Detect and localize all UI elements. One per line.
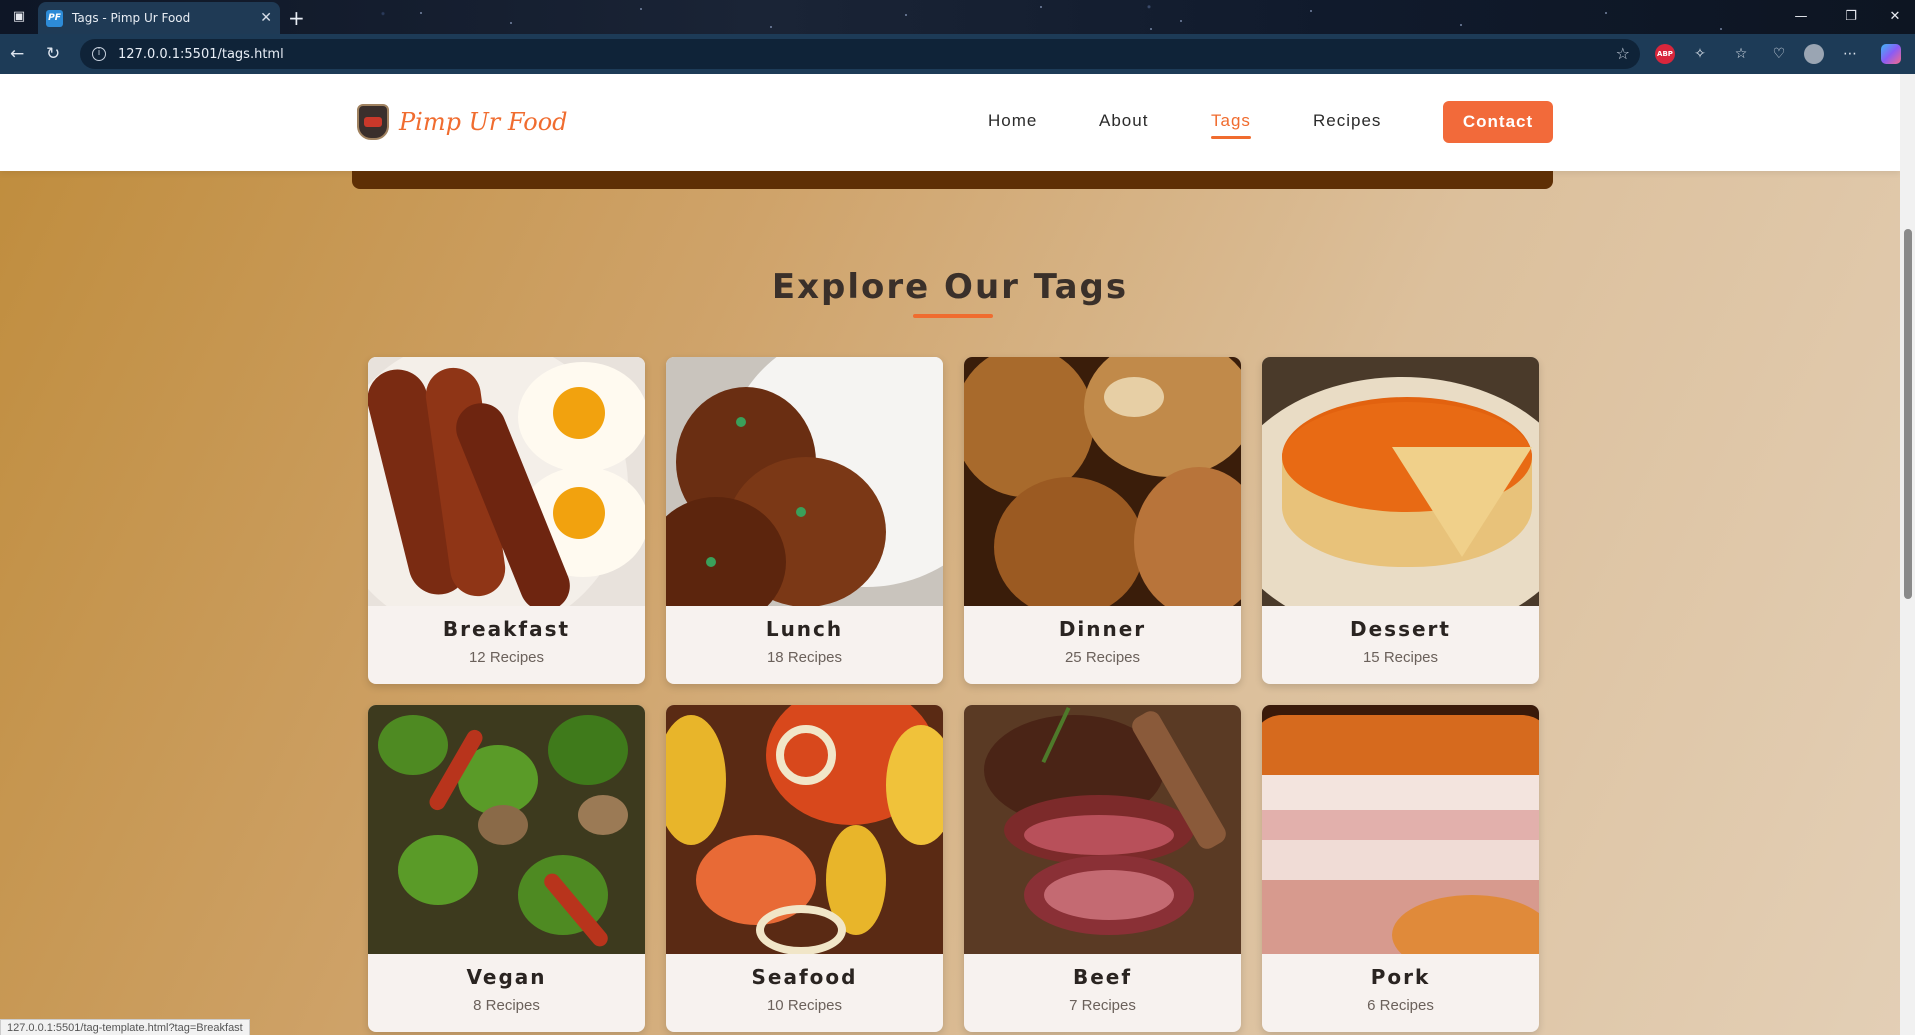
tag-count: 6 Recipes xyxy=(1367,997,1434,1014)
site-favicon-icon: PF xyxy=(46,9,63,27)
seafood-image xyxy=(666,705,943,954)
tag-name: Lunch xyxy=(765,617,844,641)
logo-text: Pimp Ur Food xyxy=(399,108,568,136)
minimize-icon[interactable]: — xyxy=(1792,8,1810,26)
tag-count: 8 Recipes xyxy=(473,997,540,1014)
section-title: Explore Our Tags xyxy=(771,267,1129,307)
tag-card-dinner[interactable]: Dinner 25 Recipes xyxy=(964,357,1241,684)
refresh-icon[interactable]: ↻ xyxy=(46,44,60,64)
page-viewport: Pimp Ur Food Home About Tags Recipes Con… xyxy=(0,74,1915,1035)
tag-name: Dessert xyxy=(1350,617,1451,641)
tag-name: Beef xyxy=(1072,965,1133,989)
scrollbar-thumb[interactable] xyxy=(1904,229,1912,599)
browser-tab-bar: ▣ PF Tags - Pimp Ur Food ✕ + — ❐ ✕ xyxy=(0,0,1915,34)
url-field[interactable]: i 127.0.0.1:5501/tags.html ☆ xyxy=(80,39,1640,69)
tag-name: Vegan xyxy=(466,965,547,989)
browser-address-bar: ← ↻ i 127.0.0.1:5501/tags.html ☆ ABP ✧ ☆… xyxy=(0,34,1915,74)
profile-avatar-icon[interactable] xyxy=(1804,44,1824,64)
vegan-image xyxy=(368,705,645,954)
tag-card-pork[interactable]: Pork 6 Recipes xyxy=(1262,705,1539,1032)
tag-card-dessert[interactable]: Dessert 15 Recipes xyxy=(1262,357,1539,684)
browser-tab-active[interactable]: PF Tags - Pimp Ur Food ✕ xyxy=(38,2,280,34)
url-text: 127.0.0.1:5501/tags.html xyxy=(118,46,284,62)
nav-recipes[interactable]: Recipes xyxy=(1313,111,1381,131)
tag-count: 18 Recipes xyxy=(766,649,843,666)
tag-card-seafood[interactable]: Seafood 10 Recipes xyxy=(666,705,943,1032)
site-header: Pimp Ur Food Home About Tags Recipes Con… xyxy=(0,74,1900,171)
tag-count: 10 Recipes xyxy=(766,997,843,1014)
breakfast-image xyxy=(368,357,645,606)
lunch-image xyxy=(666,357,943,606)
back-arrow-icon[interactable]: ← xyxy=(10,44,24,64)
favorite-star-icon[interactable]: ☆ xyxy=(1616,44,1630,63)
tag-count: 12 Recipes xyxy=(468,649,545,666)
tag-card-vegan[interactable]: Vegan 8 Recipes xyxy=(368,705,645,1032)
extensions-puzzle-icon[interactable]: ✧ xyxy=(1690,44,1710,64)
browser-essentials-icon[interactable]: ♡ xyxy=(1769,44,1789,64)
tag-name: Dinner xyxy=(1058,617,1147,641)
tag-count: 25 Recipes xyxy=(1064,649,1141,666)
contact-button[interactable]: Contact xyxy=(1443,101,1553,143)
tag-count: 15 Recipes xyxy=(1362,649,1439,666)
link-status-tooltip: 127.0.0.1:5501/tag-template.html?tag=Bre… xyxy=(0,1019,250,1035)
new-tab-icon[interactable]: + xyxy=(288,6,305,30)
favorites-list-icon[interactable]: ☆ xyxy=(1731,44,1751,64)
pork-image xyxy=(1262,705,1539,954)
tag-card-breakfast[interactable]: Breakfast 12 Recipes xyxy=(368,357,645,684)
adblock-extension-icon[interactable]: ABP xyxy=(1655,44,1675,64)
dessert-image xyxy=(1262,357,1539,606)
section-title-underline xyxy=(913,314,993,318)
tab-actions-icon[interactable]: ▣ xyxy=(10,8,28,26)
tag-card-lunch[interactable]: Lunch 18 Recipes xyxy=(666,357,943,684)
site-logo[interactable]: Pimp Ur Food xyxy=(357,104,568,140)
tag-name: Breakfast xyxy=(442,617,571,641)
nav-tags[interactable]: Tags xyxy=(1211,111,1251,139)
close-window-icon[interactable]: ✕ xyxy=(1886,8,1904,26)
hero-banner-bottom xyxy=(352,171,1553,189)
tab-title: Tags - Pimp Ur Food xyxy=(72,11,191,25)
tag-name: Pork xyxy=(1370,965,1431,989)
page-scrollbar[interactable] xyxy=(1900,74,1915,1035)
nav-about[interactable]: About xyxy=(1099,111,1148,131)
more-menu-icon[interactable]: ⋯ xyxy=(1840,44,1860,64)
beef-image xyxy=(964,705,1241,954)
tag-count: 7 Recipes xyxy=(1069,997,1136,1014)
dinner-image xyxy=(964,357,1241,606)
close-tab-icon[interactable]: ✕ xyxy=(260,10,272,26)
tag-name: Seafood xyxy=(751,965,858,989)
tag-card-beef[interactable]: Beef 7 Recipes xyxy=(964,705,1241,1032)
site-info-icon[interactable]: i xyxy=(92,47,106,61)
copilot-icon[interactable] xyxy=(1881,44,1901,64)
logo-badge-icon xyxy=(357,104,389,140)
restore-icon[interactable]: ❐ xyxy=(1842,8,1860,26)
nav-home[interactable]: Home xyxy=(988,111,1037,131)
